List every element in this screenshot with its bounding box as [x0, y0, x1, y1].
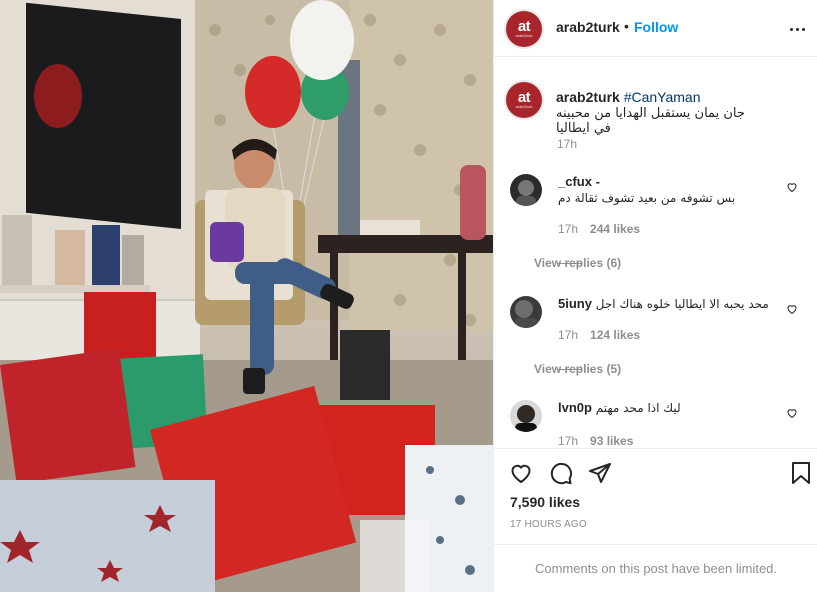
comment-item: _cfux - بس تشوفه من بعيد تشوف ثقالة دم 1… [494, 174, 817, 274]
caption-hashtag[interactable]: #CanYaman [624, 89, 701, 105]
view-replies-label: View replies (6) [534, 256, 622, 270]
comment-likes[interactable]: 124 likes [590, 328, 640, 342]
caption-line: arab2turk #CanYaman [556, 89, 701, 105]
caption-text: جان يمان يستقبل الهدايا من محبينه في ايط… [556, 106, 745, 136]
comment-item: lvn0p ليك اذا محد مهتم 17h 93 likes [494, 400, 817, 448]
avatar-image [514, 300, 538, 328]
caption-username[interactable]: arab2turk [556, 89, 620, 105]
comment-likes[interactable]: 93 likes [590, 434, 633, 448]
author-avatar[interactable]: at arab2turk [504, 9, 544, 49]
comment-time[interactable]: 17h [558, 328, 578, 342]
follow-button[interactable]: Follow [634, 19, 678, 35]
comment-time[interactable]: 17h [558, 434, 578, 448]
view-replies-label: View replies (5) [534, 362, 622, 376]
comment-icon[interactable] [549, 461, 573, 485]
avatar-image [515, 405, 537, 432]
comment-username[interactable]: lvn0p [558, 400, 592, 415]
commenter-avatar[interactable] [510, 400, 542, 432]
view-replies-button[interactable]: View replies (5) [534, 362, 621, 376]
commenter-avatar[interactable] [510, 174, 542, 206]
brand-logo: at arab2turk [506, 11, 542, 47]
author-username[interactable]: arab2turk [556, 19, 620, 35]
logo-subtext: arab2turk [515, 33, 533, 38]
comment-line: 5iuny محد يحبه الا ايطاليا خلوه هناك اجل [558, 296, 769, 311]
comment-like-icon[interactable] [786, 407, 798, 419]
comments-list[interactable]: at arab2turk arab2turk #CanYaman جان يما… [494, 58, 817, 448]
commenter-avatar[interactable] [510, 296, 542, 328]
comment-meta: 17h 93 likes [558, 434, 633, 448]
comment-text: بس تشوفه من بعيد تشوف ثقالة دم [558, 191, 736, 205]
bookmark-icon[interactable] [789, 461, 813, 485]
comment-username[interactable]: 5iuny [558, 296, 592, 311]
logo-text: at [517, 89, 531, 106]
comment-like-icon[interactable] [786, 303, 798, 315]
caption-avatar[interactable]: at arab2turk [504, 80, 544, 120]
comment-line: lvn0p ليك اذا محد مهتم [558, 400, 681, 415]
post-actions: 7,590 likes 17 HOURS AGO [494, 448, 817, 544]
logo-text: at [517, 18, 531, 35]
comment-text: محد يحبه الا ايطاليا خلوه هناك اجل [595, 297, 769, 311]
caption-time[interactable]: 17h [557, 137, 577, 151]
post-timestamp[interactable]: 17 HOURS AGO [510, 519, 587, 530]
comment-time[interactable]: 17h [558, 222, 578, 236]
brand-logo: at arab2turk [506, 82, 542, 118]
more-options-icon[interactable] [786, 19, 808, 39]
comment-username[interactable]: _cfux - [558, 174, 600, 189]
separator-dot: • [624, 18, 629, 34]
comments-limited-notice: Comments on this post have been limited. [494, 544, 817, 592]
comment-like-icon[interactable] [786, 181, 798, 193]
likes-count[interactable]: 7,590 likes [510, 494, 580, 510]
post-side-panel: at arab2turk arab2turk • Follow at arab2… [493, 0, 817, 592]
paper-plane-icon[interactable] [588, 461, 612, 485]
post-photo-illustration [0, 0, 493, 592]
post-header: at arab2turk arab2turk • Follow [494, 0, 817, 57]
view-replies-button[interactable]: View replies (6) [534, 256, 621, 270]
comment-text: ليك اذا محد مهتم [595, 401, 681, 415]
comment-item: 5iuny محد يحبه الا ايطاليا خلوه هناك اجل… [494, 296, 817, 396]
logo-subtext: arab2turk [515, 104, 533, 109]
avatar-image [516, 180, 536, 206]
post-photo[interactable] [0, 0, 493, 592]
comment-likes[interactable]: 244 likes [590, 222, 640, 236]
comment-meta: 17h 244 likes [558, 222, 640, 236]
comment-meta: 17h 124 likes [558, 328, 640, 342]
comments-limited-text: Comments on this post have been limited. [534, 561, 778, 576]
heart-icon[interactable] [509, 461, 533, 485]
